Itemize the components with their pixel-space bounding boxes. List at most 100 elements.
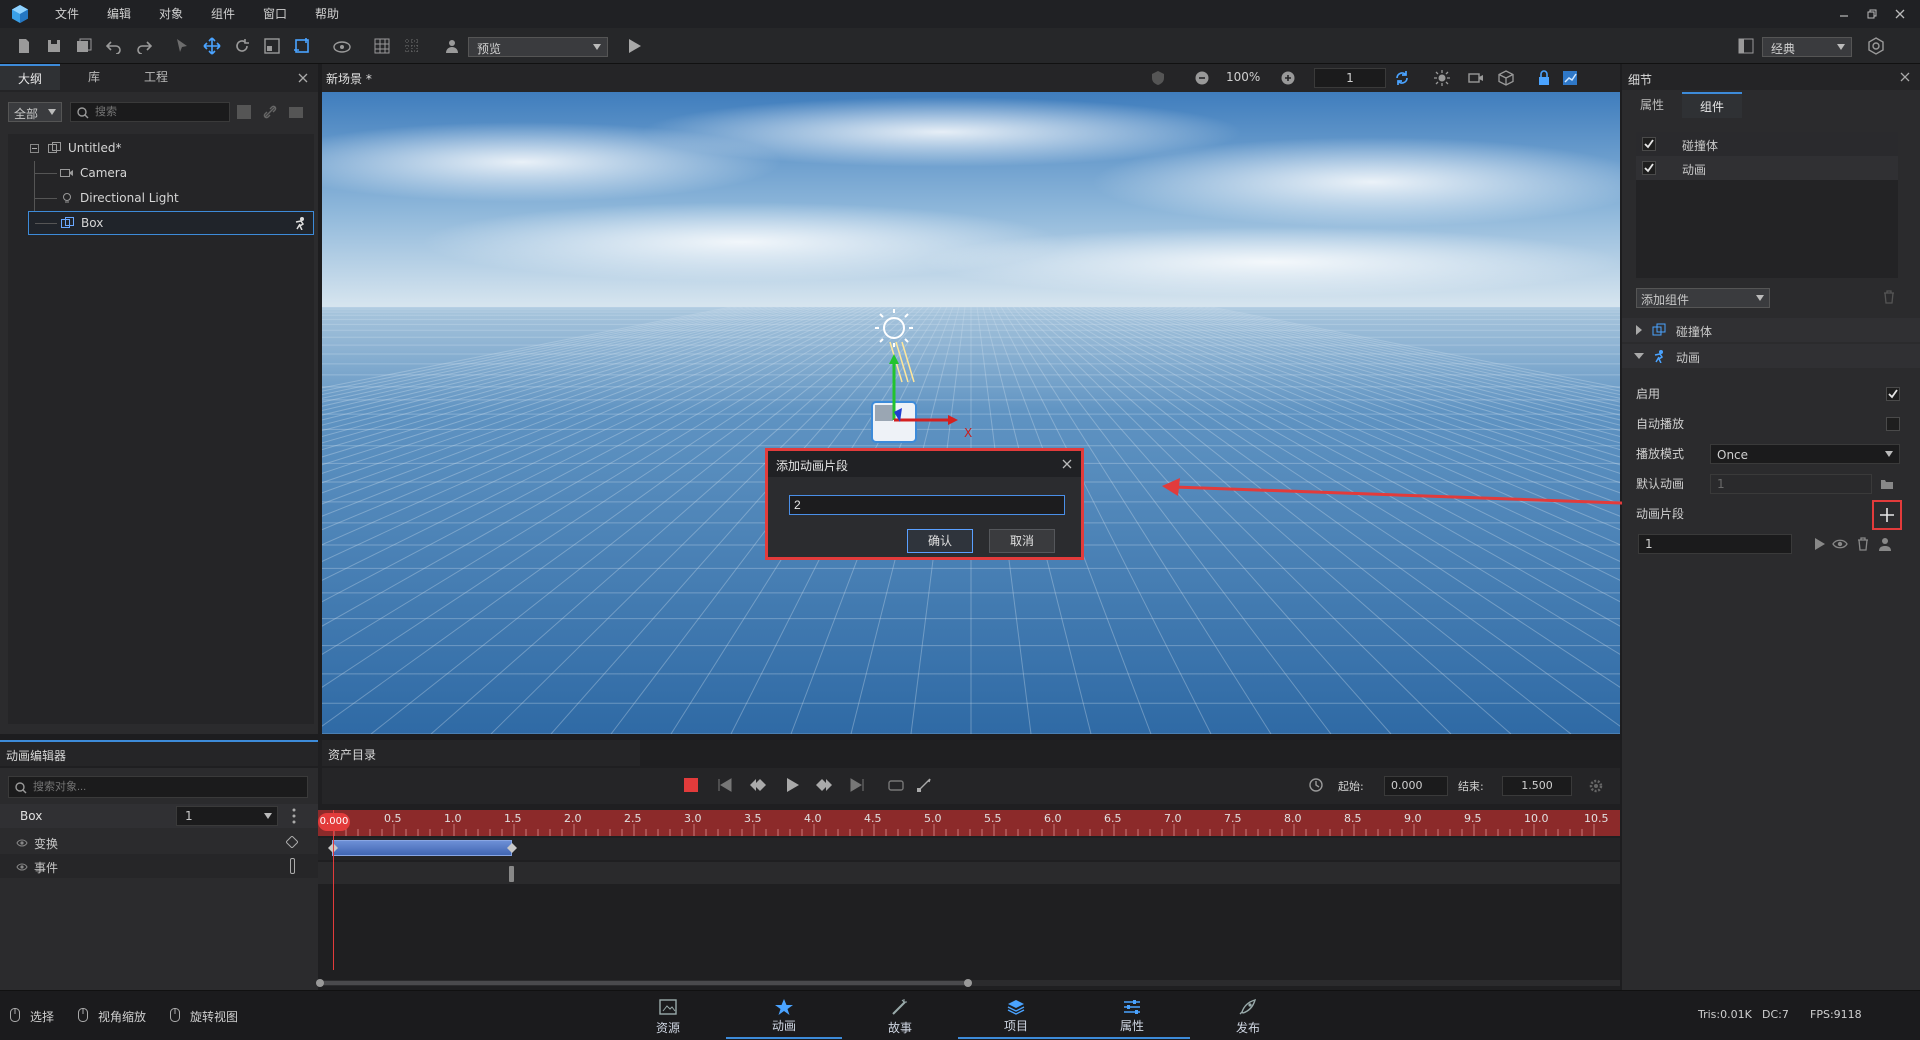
timeline[interactable]: 0.000 [316,810,1620,990]
event-marker-icon[interactable] [290,858,295,874]
track-row-event[interactable]: 事件 [0,854,318,878]
menu-object[interactable]: 对象 [159,6,183,22]
track-row-transform[interactable]: 变换 [0,830,318,854]
tab-project[interactable]: 工程 [126,64,186,90]
move-icon[interactable] [200,34,224,58]
section-animation[interactable]: 动画 [1622,344,1920,368]
object-search-input[interactable] [33,779,303,795]
avatar-icon[interactable] [440,34,464,58]
keyframe-diamond-icon[interactable] [286,836,298,848]
default-anim-field[interactable]: 1 [1710,474,1872,494]
play-mode-select[interactable]: Once [1710,444,1900,464]
scene-tab-title[interactable]: 新场景 * [326,70,372,87]
bottom-tab-assets[interactable]: 资源 [610,993,726,1039]
playhead[interactable]: 0.000 [318,813,350,831]
play-icon[interactable] [1814,538,1826,550]
video-camera-icon[interactable] [1468,70,1484,86]
select-arrow-icon[interactable] [170,34,194,58]
filter-select[interactable]: 全部 [8,102,62,122]
cancel-button[interactable]: 取消 [989,529,1055,553]
autoplay-checkbox[interactable] [1886,417,1900,431]
tree-row-camera[interactable]: Camera [8,161,314,235]
snap-grid-icon[interactable] [400,34,424,58]
add-object-icon[interactable] [236,104,252,120]
sun-icon[interactable] [1434,70,1450,86]
scale-icon[interactable] [260,34,284,58]
close-icon[interactable] [1062,459,1072,469]
play-icon[interactable] [622,34,646,58]
prev-keyframe-icon[interactable] [750,778,766,792]
trash-icon[interactable] [1882,290,1896,304]
close-icon[interactable] [1900,72,1910,82]
next-keyframe-icon[interactable] [816,778,832,792]
scene-viewport[interactable]: X 添加动画片段 确认 取消 [322,92,1620,734]
tab-library[interactable]: 库 [64,64,124,90]
skip-start-icon[interactable] [718,778,732,792]
collider-checkbox[interactable] [1642,137,1656,151]
person-icon[interactable] [1878,537,1892,551]
outline-search[interactable] [70,102,230,122]
zoom-in-icon[interactable] [1280,70,1296,86]
menu-component[interactable]: 组件 [211,6,235,22]
scrollbar-thumb[interactable] [318,981,968,985]
loop-icon[interactable] [888,778,904,792]
link-icon[interactable] [262,104,278,120]
tool-rotate-label[interactable]: 旋转视图 [190,1008,238,1025]
keyframe-end[interactable] [507,843,517,853]
lock-icon[interactable] [1536,70,1552,86]
tool-zoom-label[interactable]: 视角缩放 [98,1008,146,1025]
snap-magnet-icon[interactable] [1308,777,1324,793]
close-icon[interactable] [298,73,308,83]
tool-select-label[interactable]: 选择 [30,1008,54,1025]
layout-icon[interactable] [1734,34,1758,58]
rect-transform-icon[interactable] [290,34,314,58]
start-field[interactable]: 0.000 [1384,776,1448,796]
trash-icon[interactable] [1856,537,1870,551]
tree-row-root[interactable]: Untitled* [8,136,314,160]
settings-icon[interactable] [1864,34,1888,58]
undo-icon[interactable] [102,34,126,58]
bottom-tab-publish[interactable]: 发布 [1190,993,1306,1039]
folder-icon[interactable] [1880,478,1894,490]
enable-checkbox[interactable] [1886,387,1900,401]
anim-editor-tab[interactable]: 动画编辑器 [0,740,318,766]
tree-row-light[interactable]: Directional Light [8,186,314,210]
cloud-icon[interactable] [330,34,354,58]
folder-icon[interactable] [288,104,304,120]
shield-icon[interactable] [1150,70,1166,86]
rotate-icon[interactable] [230,34,254,58]
component-row-collider[interactable]: 碰撞体 [1636,132,1898,156]
bottom-tab-properties[interactable]: 属性 [1074,993,1190,1039]
add-component-select[interactable]: 添加组件 [1636,288,1770,308]
save-icon[interactable] [42,34,66,58]
clip-select[interactable]: 1 [176,806,278,826]
eye-icon[interactable] [1832,537,1848,551]
menu-window[interactable]: 窗口 [263,6,287,22]
bottom-tab-animation[interactable]: 动画 [726,993,842,1039]
scrollbar-right-handle[interactable] [964,979,972,987]
gear-icon[interactable] [1588,778,1604,794]
refresh-icon[interactable] [1394,70,1410,86]
restore-icon[interactable] [1866,8,1878,20]
save-all-icon[interactable] [72,34,96,58]
clip-name-input[interactable] [789,495,1065,515]
cube-icon[interactable] [1498,70,1514,86]
play-icon[interactable] [786,778,800,792]
menu-file[interactable]: 文件 [55,6,79,22]
animation-checkbox[interactable] [1642,161,1656,175]
outline-search-input[interactable] [95,104,225,120]
layout-select[interactable]: 经典 [1762,37,1852,57]
minimize-icon[interactable] [1838,8,1850,20]
preview-select[interactable]: 预览 [468,37,608,57]
redo-icon[interactable] [132,34,156,58]
bottom-tab-story[interactable]: 故事 [842,993,958,1039]
eye-icon[interactable] [16,862,28,872]
confirm-button[interactable]: 确认 [907,529,973,553]
tab-components[interactable]: 组件 [1682,92,1742,118]
frame-field[interactable]: 1 [1314,68,1386,88]
object-search[interactable] [8,776,308,798]
zoom-out-icon[interactable] [1194,70,1210,86]
bottom-tab-project[interactable]: 项目 [958,993,1074,1039]
eye-icon[interactable] [16,838,28,848]
grid-icon[interactable] [370,34,394,58]
